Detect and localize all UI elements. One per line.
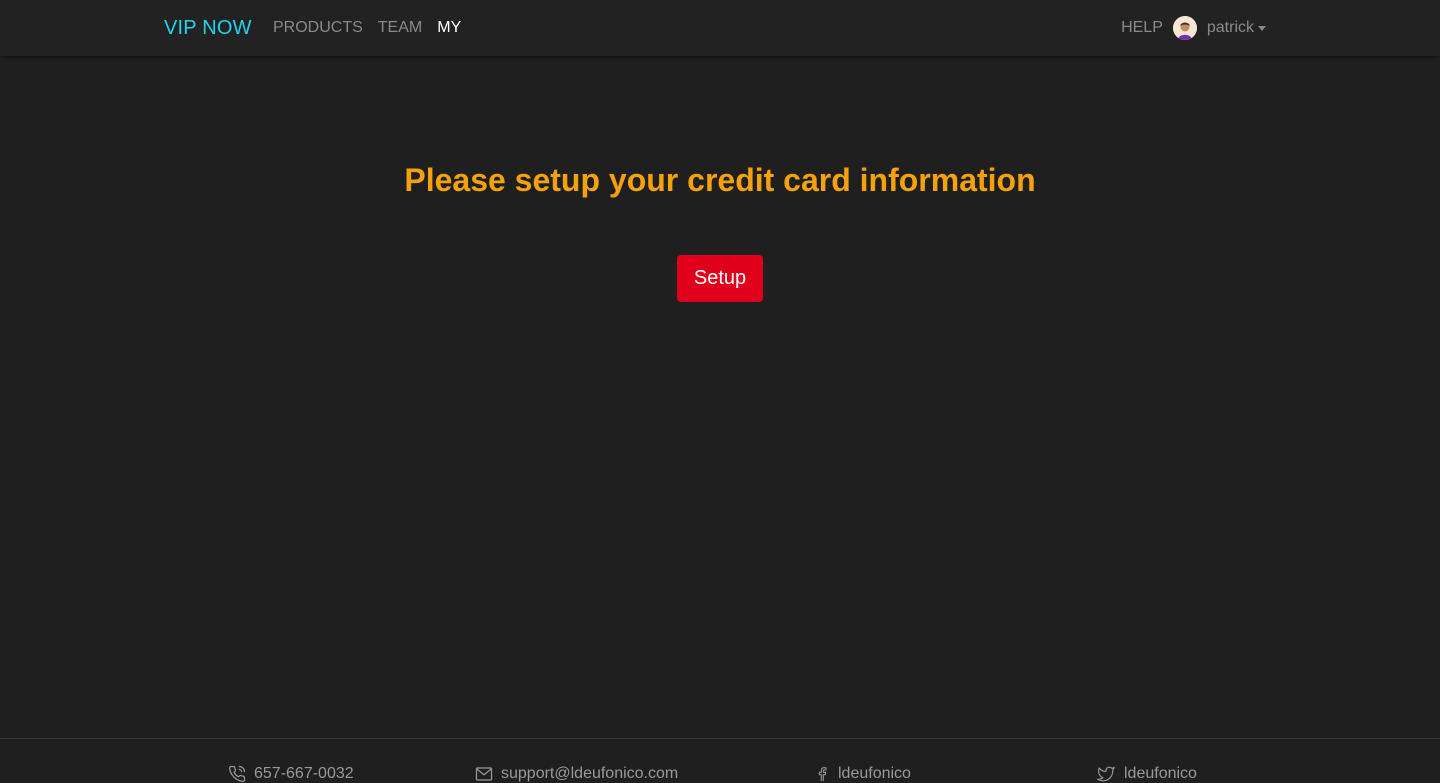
avatar[interactable] xyxy=(1172,16,1197,40)
footer-phone[interactable]: 657-667-0032 xyxy=(228,765,354,783)
help-link[interactable]: HELP xyxy=(1121,19,1163,37)
username-label: patrick xyxy=(1206,19,1254,36)
top-navbar: VIP NOW PRODUCTS TEAM MY HELP patrick xyxy=(0,0,1440,56)
phone-icon xyxy=(228,765,246,783)
twitter-icon xyxy=(1097,766,1115,782)
mail-icon xyxy=(475,767,493,781)
facebook-icon xyxy=(818,767,827,782)
setup-button[interactable]: Setup xyxy=(677,255,763,302)
footer-twitter[interactable]: ldeufonico xyxy=(1096,765,1197,783)
user-avatar-icon xyxy=(1172,16,1197,40)
brand-logo[interactable]: VIP NOW xyxy=(164,16,252,40)
footer-email-text: support@ldeufonico.com xyxy=(501,765,679,782)
user-menu-toggle[interactable]: patrick xyxy=(1207,19,1266,37)
page-headline: Please setup your credit card informatio… xyxy=(404,162,1036,198)
footer-twitter-text: ldeufonico xyxy=(1124,765,1197,782)
nav-link-products[interactable]: PRODUCTS xyxy=(273,19,363,37)
footer: 657-667-0032 support@ldeufonico.com ldeu… xyxy=(0,738,1440,783)
footer-facebook[interactable]: ldeufonico xyxy=(814,765,911,783)
nav-right: HELP patrick xyxy=(1121,16,1266,40)
main-content: Please setup your credit card informatio… xyxy=(0,56,1440,738)
nav-link-my[interactable]: MY xyxy=(437,19,461,37)
nav-links: PRODUCTS TEAM MY xyxy=(273,19,476,37)
footer-facebook-text: ldeufonico xyxy=(838,765,911,782)
footer-phone-text: 657-667-0032 xyxy=(254,765,354,782)
footer-email[interactable]: support@ldeufonico.com xyxy=(475,765,678,783)
caret-down-icon xyxy=(1258,25,1266,31)
nav-link-team[interactable]: TEAM xyxy=(378,19,422,37)
